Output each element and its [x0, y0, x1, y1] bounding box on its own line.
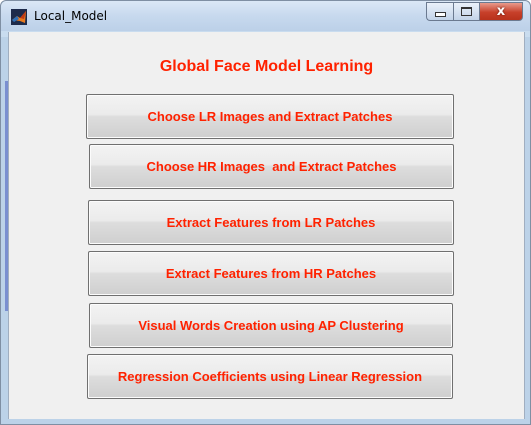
close-button[interactable]: x [479, 2, 523, 21]
choose-hr-images-button[interactable]: Choose HR Images and Extract Patches [89, 144, 454, 189]
maximize-icon [461, 7, 472, 16]
maximize-button[interactable] [453, 2, 479, 21]
close-icon: x [496, 4, 506, 19]
matlab-logo-icon [11, 9, 27, 25]
minimize-button[interactable] [426, 2, 453, 21]
window-title: Local_Model [34, 9, 108, 23]
extract-lr-features-button[interactable]: Extract Features from LR Patches [88, 200, 454, 245]
visual-words-creation-button[interactable]: Visual Words Creation using AP Clusterin… [89, 303, 453, 348]
choose-lr-images-button[interactable]: Choose LR Images and Extract Patches [86, 94, 454, 139]
app-window: Local_Model x Global Face Model Learning… [0, 0, 531, 425]
caption-buttons: x [426, 2, 523, 21]
regression-coefficients-button[interactable]: Regression Coefficients using Linear Reg… [87, 354, 453, 399]
title-bar[interactable]: Local_Model x [1, 1, 530, 31]
minimize-icon [434, 12, 446, 17]
extract-hr-features-button[interactable]: Extract Features from HR Patches [88, 251, 454, 296]
client-area: Global Face Model Learning Choose LR Ima… [8, 32, 525, 419]
page-title: Global Face Model Learning [159, 58, 374, 75]
